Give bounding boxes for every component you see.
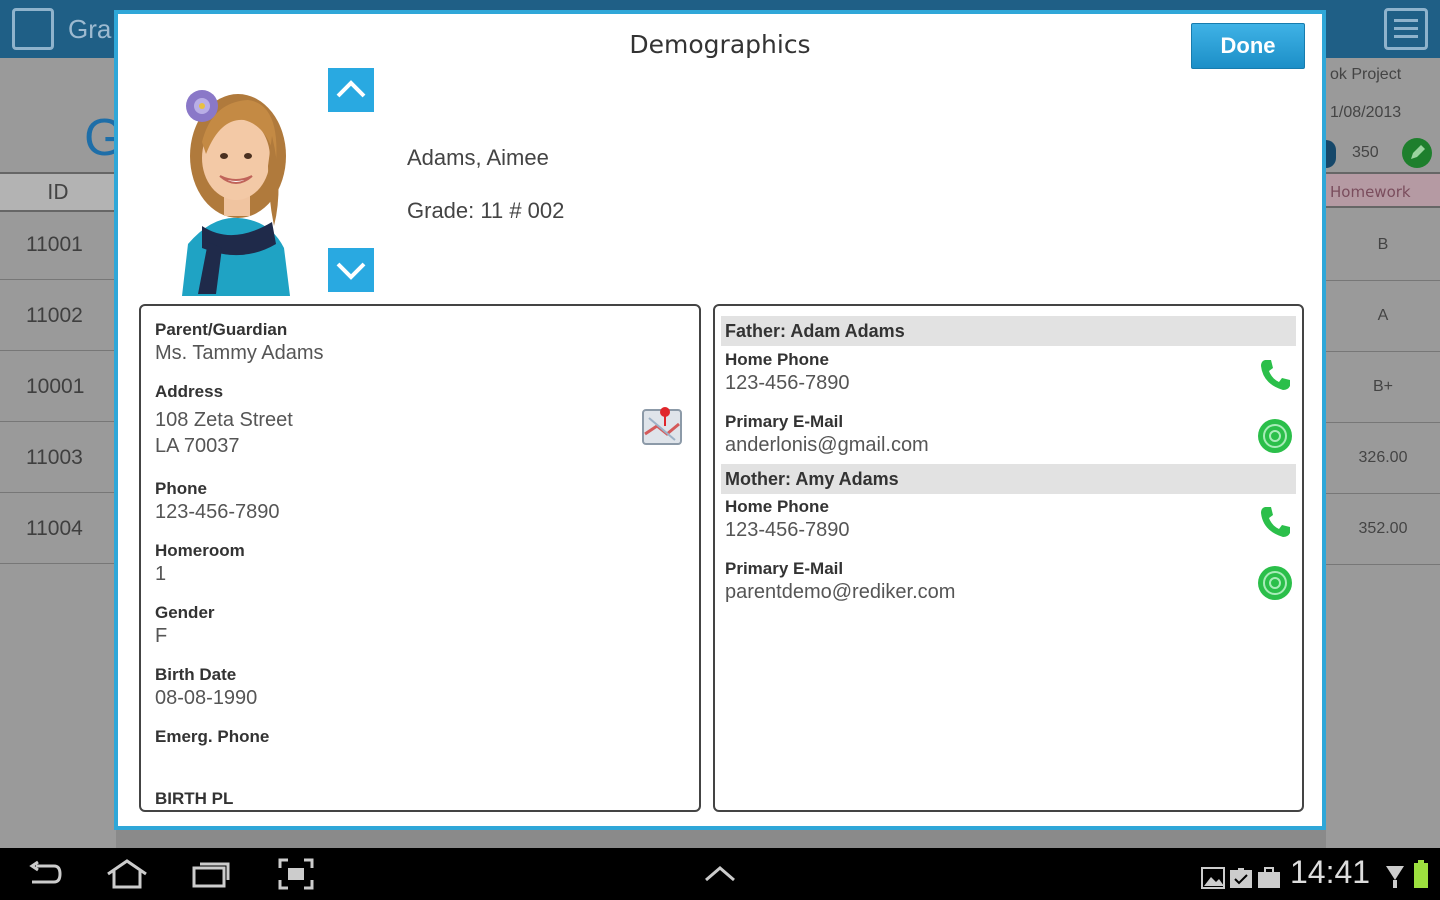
wifi-icon (1386, 866, 1404, 888)
email-mother-icon[interactable] (1257, 565, 1293, 601)
gender-label: Gender (155, 603, 215, 622)
homework-column-header: Homework (1326, 172, 1440, 208)
mother-home-phone-label: Home Phone (725, 497, 829, 516)
student-photo (172, 76, 296, 296)
table-cell-score[interactable]: B+ (1326, 352, 1440, 423)
mother-heading: Mother: Amy Adams (721, 464, 1296, 494)
edit-pencil-icon[interactable] (1402, 138, 1432, 168)
previous-student-button[interactable] (328, 68, 374, 112)
table-cell-score[interactable]: 326.00 (1326, 423, 1440, 494)
birthdate-value: 08-08-1990 (155, 687, 258, 709)
table-row-id[interactable]: 11004 (0, 494, 116, 564)
student-details-panel[interactable]: Parent/Guardian Ms. Tammy Adams Address … (139, 304, 701, 812)
next-student-button[interactable] (328, 248, 374, 292)
father-email-value: anderlonis@gmail.com (725, 434, 929, 456)
birth-place-label: BIRTH PL (155, 789, 234, 808)
chevron-down-icon (336, 262, 366, 280)
table-row-id[interactable]: 11001 (0, 210, 116, 280)
system-nav-bar: 14:41 (0, 848, 1440, 900)
chevron-up-icon (336, 80, 366, 98)
call-father-phone-icon[interactable] (1257, 356, 1293, 392)
map-icon[interactable] (641, 404, 683, 448)
address-line2: LA 70037 (155, 435, 240, 457)
up-chevron-icon[interactable] (700, 858, 740, 890)
mother-home-phone-value: 123-456-7890 (725, 519, 850, 541)
assignment-name: ok Project (1330, 66, 1402, 83)
table-row-id[interactable]: 10001 (0, 352, 116, 422)
done-button[interactable]: Done (1191, 23, 1305, 69)
sd-card-icon (1230, 868, 1252, 888)
app-logo-icon (12, 8, 54, 50)
mother-email-label: Primary E-Mail (725, 559, 844, 578)
demographics-dialog: Demographics Done Adams, Aimee Grade: 11… (114, 10, 1326, 830)
mother-email-value: parentdemo@rediker.com (725, 581, 956, 603)
parent-value: Ms. Tammy Adams (155, 342, 324, 364)
parent-label: Parent/Guardian (155, 320, 288, 339)
phone-label: Phone (155, 479, 207, 498)
call-mother-phone-icon[interactable] (1257, 503, 1293, 539)
parents-contact-panel[interactable]: Father: Adam Adams Home Phone 123-456-78… (713, 304, 1304, 812)
father-heading: Father: Adam Adams (721, 316, 1296, 346)
father-home-phone-value: 123-456-7890 (725, 372, 850, 394)
homeroom-value: 1 (155, 563, 167, 585)
homeroom-label: Homeroom (155, 541, 245, 560)
address-label: Address (155, 382, 224, 401)
gallery-icon (1201, 867, 1225, 889)
phone-value: 123-456-7890 (155, 501, 280, 523)
app-title: Gra (68, 14, 112, 44)
recent-apps-icon[interactable] (190, 858, 232, 890)
birthdate-label: Birth Date (155, 665, 237, 684)
table-cell-score[interactable]: B (1326, 210, 1440, 281)
table-cell-score[interactable]: 352.00 (1326, 494, 1440, 565)
table-row-id[interactable]: 11002 (0, 281, 116, 351)
back-icon[interactable] (24, 858, 64, 890)
student-name: Adams, Aimee (407, 145, 549, 170)
gender-value: F (155, 625, 168, 647)
student-grade: Grade: 11 # 002 (407, 198, 565, 223)
emergency-phone-label: Emerg. Phone (155, 727, 270, 746)
assignment-date: 1/08/2013 (1330, 104, 1402, 121)
table-row-id[interactable]: 11003 (0, 423, 116, 493)
battery-icon (1414, 860, 1428, 888)
status-clock: 14:41 (1290, 854, 1371, 890)
home-icon[interactable] (104, 858, 150, 890)
table-cell-score[interactable]: A (1326, 281, 1440, 352)
briefcase-icon (1258, 867, 1280, 888)
address-line1: 108 Zeta Street (155, 409, 293, 431)
father-home-phone-label: Home Phone (725, 350, 829, 369)
assignment-points: 350 (1352, 144, 1379, 161)
dialog-title: Demographics (629, 30, 811, 59)
menu-icon[interactable] (1384, 8, 1428, 50)
screenshot-icon[interactable] (276, 858, 316, 890)
email-father-icon[interactable] (1257, 418, 1293, 454)
father-email-label: Primary E-Mail (725, 412, 844, 431)
id-column-header: ID (0, 172, 116, 212)
